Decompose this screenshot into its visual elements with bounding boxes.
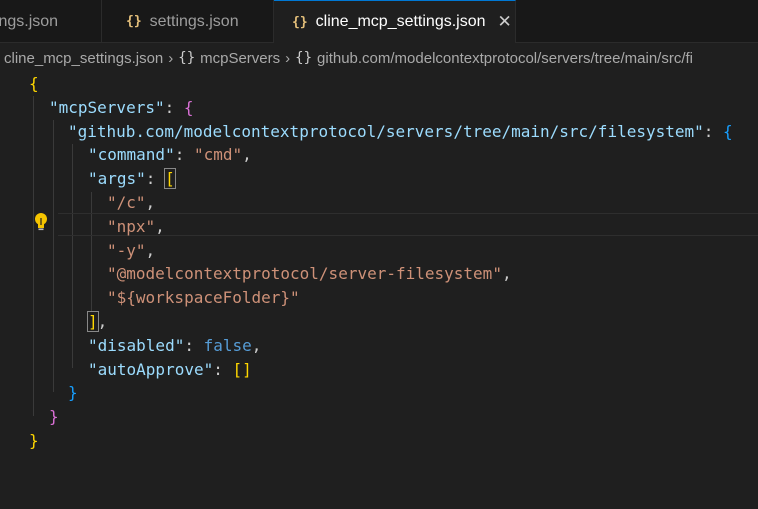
indent-guide [53,120,54,392]
chevron-right-icon: › [285,49,291,67]
code-line-2: "mcpServers": { [49,97,194,117]
code-line-16: } [29,431,39,450]
code-line-15: } [49,407,59,427]
indent-guide [33,96,34,416]
code-line-7: "npx", [107,216,165,236]
code-line-3: "github.com/modelcontextprotocol/servers… [68,121,733,141]
code-line-4: "command": "cmd", [88,145,252,165]
lightbulb-icon[interactable] [33,212,49,232]
tab-label: cline_mcp_settings.json [315,13,486,30]
indent-guide [72,144,73,368]
code-line-11: ], [87,311,108,332]
close-icon[interactable]: ✕ [498,12,512,32]
code-line-1: { [29,74,39,93]
json-file-icon: {} [292,14,308,30]
tab-label: settings.json [149,12,239,30]
code-line-12: "disabled": false, [88,335,262,355]
breadcrumb-mcpservers[interactable]: {} mcpServers [178,50,280,67]
code-line-9: "@modelcontextprotocol/server-filesystem… [107,264,512,284]
chevron-right-icon: › [168,49,174,67]
code-line-5: "args": [ [88,168,176,190]
tab-settings-json-1[interactable]: ttings.json [0,0,102,43]
breadcrumb-server[interactable]: {} github.com/modelcontextprotocol/serve… [295,50,693,67]
code-line-14: } [68,383,78,403]
tab-cline-mcp-settings[interactable]: {} cline_mcp_settings.json ✕ [274,0,516,43]
breadcrumb: cline_mcp_settings.json › {} mcpServers … [0,44,758,72]
breadcrumb-node-label: mcpServers [200,49,281,67]
indent-guide [91,192,92,312]
code-line-6: "/c", [107,193,156,212]
breadcrumb-file[interactable]: cline_mcp_settings.json [4,50,163,67]
json-file-icon: {} [126,14,142,29]
tab-label: ttings.json [0,12,59,30]
breadcrumb-file-label: cline_mcp_settings.json [4,49,164,67]
tab-bar: ttings.json {} settings.json {} cline_mc… [0,0,758,43]
code-line-10: "${workspaceFolder}" [107,288,300,308]
code-line-13: "autoApprove": [] [88,359,252,379]
breadcrumb-node-label: github.com/modelcontextprotocol/servers/… [317,49,694,67]
code-editor[interactable]: { "mcpServers": { "github.com/modelconte… [0,72,758,509]
object-icon: {} [178,50,196,66]
tab-settings-json-2[interactable]: {} settings.json [102,0,274,43]
object-icon: {} [295,50,313,66]
code-line-8: "-y", [107,240,156,260]
